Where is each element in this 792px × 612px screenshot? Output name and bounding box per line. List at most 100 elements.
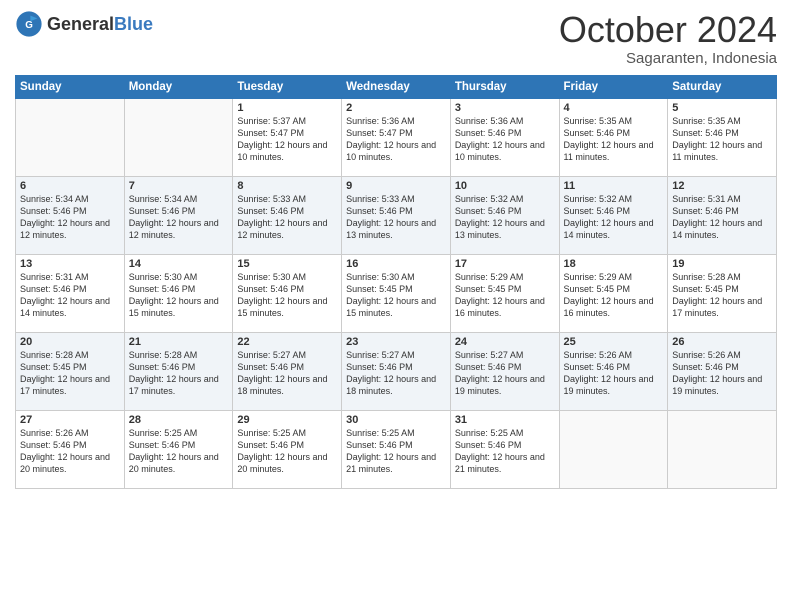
day-info: Sunrise: 5:35 AM Sunset: 5:46 PM Dayligh…: [564, 115, 664, 164]
calendar-cell: 27Sunrise: 5:26 AM Sunset: 5:46 PM Dayli…: [16, 410, 125, 488]
day-number: 21: [129, 336, 229, 348]
logo: G GeneralBlue: [15, 10, 153, 38]
calendar-cell: 6Sunrise: 5:34 AM Sunset: 5:46 PM Daylig…: [16, 176, 125, 254]
calendar-cell: 23Sunrise: 5:27 AM Sunset: 5:46 PM Dayli…: [342, 332, 451, 410]
weekday-header: Thursday: [450, 75, 559, 98]
day-number: 27: [20, 414, 120, 426]
calendar-cell: 30Sunrise: 5:25 AM Sunset: 5:46 PM Dayli…: [342, 410, 451, 488]
calendar-cell: 19Sunrise: 5:28 AM Sunset: 5:45 PM Dayli…: [668, 254, 777, 332]
day-number: 8: [237, 180, 337, 192]
calendar-week-row: 27Sunrise: 5:26 AM Sunset: 5:46 PM Dayli…: [16, 410, 777, 488]
calendar-cell: [16, 98, 125, 176]
calendar-week-row: 6Sunrise: 5:34 AM Sunset: 5:46 PM Daylig…: [16, 176, 777, 254]
day-info: Sunrise: 5:29 AM Sunset: 5:45 PM Dayligh…: [455, 271, 555, 320]
day-info: Sunrise: 5:36 AM Sunset: 5:46 PM Dayligh…: [455, 115, 555, 164]
day-info: Sunrise: 5:26 AM Sunset: 5:46 PM Dayligh…: [564, 349, 664, 398]
weekday-header: Wednesday: [342, 75, 451, 98]
calendar-cell: 15Sunrise: 5:30 AM Sunset: 5:46 PM Dayli…: [233, 254, 342, 332]
calendar-cell: 29Sunrise: 5:25 AM Sunset: 5:46 PM Dayli…: [233, 410, 342, 488]
weekday-header: Saturday: [668, 75, 777, 98]
day-info: Sunrise: 5:25 AM Sunset: 5:46 PM Dayligh…: [129, 427, 229, 476]
day-info: Sunrise: 5:25 AM Sunset: 5:46 PM Dayligh…: [346, 427, 446, 476]
day-info: Sunrise: 5:27 AM Sunset: 5:46 PM Dayligh…: [237, 349, 337, 398]
calendar-cell: 13Sunrise: 5:31 AM Sunset: 5:46 PM Dayli…: [16, 254, 125, 332]
weekday-header: Monday: [124, 75, 233, 98]
day-info: Sunrise: 5:28 AM Sunset: 5:46 PM Dayligh…: [129, 349, 229, 398]
calendar-cell: 20Sunrise: 5:28 AM Sunset: 5:45 PM Dayli…: [16, 332, 125, 410]
day-number: 14: [129, 258, 229, 270]
day-number: 3: [455, 102, 555, 114]
day-info: Sunrise: 5:29 AM Sunset: 5:45 PM Dayligh…: [564, 271, 664, 320]
day-info: Sunrise: 5:36 AM Sunset: 5:47 PM Dayligh…: [346, 115, 446, 164]
calendar-cell: 11Sunrise: 5:32 AM Sunset: 5:46 PM Dayli…: [559, 176, 668, 254]
weekday-header: Friday: [559, 75, 668, 98]
calendar-cell: 4Sunrise: 5:35 AM Sunset: 5:46 PM Daylig…: [559, 98, 668, 176]
day-number: 11: [564, 180, 664, 192]
day-number: 24: [455, 336, 555, 348]
day-info: Sunrise: 5:25 AM Sunset: 5:46 PM Dayligh…: [237, 427, 337, 476]
header: G GeneralBlue October 2024 Sagaranten, I…: [15, 10, 777, 67]
logo-general: General: [47, 14, 114, 34]
day-number: 22: [237, 336, 337, 348]
weekday-header: Sunday: [16, 75, 125, 98]
svg-text:G: G: [25, 20, 33, 31]
calendar-cell: 17Sunrise: 5:29 AM Sunset: 5:45 PM Dayli…: [450, 254, 559, 332]
day-number: 25: [564, 336, 664, 348]
day-info: Sunrise: 5:32 AM Sunset: 5:46 PM Dayligh…: [564, 193, 664, 242]
day-info: Sunrise: 5:25 AM Sunset: 5:46 PM Dayligh…: [455, 427, 555, 476]
day-number: 2: [346, 102, 446, 114]
calendar-cell: 24Sunrise: 5:27 AM Sunset: 5:46 PM Dayli…: [450, 332, 559, 410]
day-info: Sunrise: 5:37 AM Sunset: 5:47 PM Dayligh…: [237, 115, 337, 164]
day-number: 13: [20, 258, 120, 270]
calendar-week-row: 13Sunrise: 5:31 AM Sunset: 5:46 PM Dayli…: [16, 254, 777, 332]
day-info: Sunrise: 5:34 AM Sunset: 5:46 PM Dayligh…: [20, 193, 120, 242]
day-number: 18: [564, 258, 664, 270]
calendar-cell: [559, 410, 668, 488]
day-number: 1: [237, 102, 337, 114]
calendar-cell: 16Sunrise: 5:30 AM Sunset: 5:45 PM Dayli…: [342, 254, 451, 332]
day-number: 29: [237, 414, 337, 426]
day-info: Sunrise: 5:27 AM Sunset: 5:46 PM Dayligh…: [346, 349, 446, 398]
day-info: Sunrise: 5:28 AM Sunset: 5:45 PM Dayligh…: [20, 349, 120, 398]
calendar-cell: 21Sunrise: 5:28 AM Sunset: 5:46 PM Dayli…: [124, 332, 233, 410]
day-number: 4: [564, 102, 664, 114]
day-info: Sunrise: 5:31 AM Sunset: 5:46 PM Dayligh…: [20, 271, 120, 320]
logo-icon: G: [15, 10, 43, 38]
day-number: 20: [20, 336, 120, 348]
calendar-cell: 7Sunrise: 5:34 AM Sunset: 5:46 PM Daylig…: [124, 176, 233, 254]
weekday-header: Tuesday: [233, 75, 342, 98]
day-number: 16: [346, 258, 446, 270]
day-info: Sunrise: 5:26 AM Sunset: 5:46 PM Dayligh…: [672, 349, 772, 398]
day-number: 28: [129, 414, 229, 426]
calendar-cell: 22Sunrise: 5:27 AM Sunset: 5:46 PM Dayli…: [233, 332, 342, 410]
title-block: October 2024 Sagaranten, Indonesia: [559, 10, 777, 67]
calendar-cell: 31Sunrise: 5:25 AM Sunset: 5:46 PM Dayli…: [450, 410, 559, 488]
calendar-cell: 2Sunrise: 5:36 AM Sunset: 5:47 PM Daylig…: [342, 98, 451, 176]
day-info: Sunrise: 5:30 AM Sunset: 5:46 PM Dayligh…: [237, 271, 337, 320]
day-number: 5: [672, 102, 772, 114]
calendar-cell: 26Sunrise: 5:26 AM Sunset: 5:46 PM Dayli…: [668, 332, 777, 410]
page: G GeneralBlue October 2024 Sagaranten, I…: [0, 0, 792, 612]
day-info: Sunrise: 5:28 AM Sunset: 5:45 PM Dayligh…: [672, 271, 772, 320]
day-number: 31: [455, 414, 555, 426]
day-number: 19: [672, 258, 772, 270]
day-number: 9: [346, 180, 446, 192]
calendar-cell: 9Sunrise: 5:33 AM Sunset: 5:46 PM Daylig…: [342, 176, 451, 254]
day-number: 12: [672, 180, 772, 192]
calendar-cell: 28Sunrise: 5:25 AM Sunset: 5:46 PM Dayli…: [124, 410, 233, 488]
calendar-table: SundayMondayTuesdayWednesdayThursdayFrid…: [15, 75, 777, 489]
day-info: Sunrise: 5:33 AM Sunset: 5:46 PM Dayligh…: [346, 193, 446, 242]
month-title: October 2024: [559, 10, 777, 50]
calendar-week-row: 20Sunrise: 5:28 AM Sunset: 5:45 PM Dayli…: [16, 332, 777, 410]
day-number: 23: [346, 336, 446, 348]
calendar-cell: 18Sunrise: 5:29 AM Sunset: 5:45 PM Dayli…: [559, 254, 668, 332]
day-info: Sunrise: 5:31 AM Sunset: 5:46 PM Dayligh…: [672, 193, 772, 242]
day-number: 26: [672, 336, 772, 348]
calendar-cell: 10Sunrise: 5:32 AM Sunset: 5:46 PM Dayli…: [450, 176, 559, 254]
calendar-cell: 5Sunrise: 5:35 AM Sunset: 5:46 PM Daylig…: [668, 98, 777, 176]
calendar-cell: 14Sunrise: 5:30 AM Sunset: 5:46 PM Dayli…: [124, 254, 233, 332]
day-number: 15: [237, 258, 337, 270]
calendar-cell: 8Sunrise: 5:33 AM Sunset: 5:46 PM Daylig…: [233, 176, 342, 254]
logo-blue: Blue: [114, 14, 153, 34]
day-number: 6: [20, 180, 120, 192]
